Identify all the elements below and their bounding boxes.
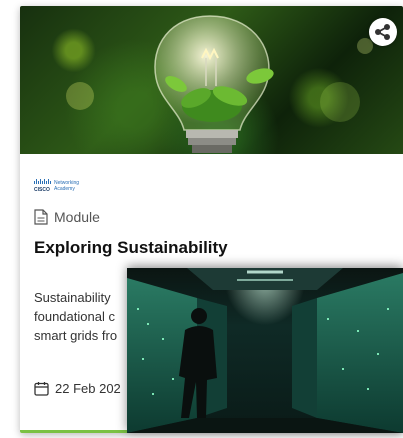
share-button[interactable] [369,18,397,46]
date-label: 22 Feb 202 [55,381,121,396]
data-center-illustration [127,268,403,433]
share-icon [375,24,390,40]
content-type: Module [34,208,100,226]
content-type-label: Module [54,209,100,225]
calendar-icon [34,382,49,396]
lightbulb-hero-image [20,6,403,154]
document-icon [34,209,48,225]
cisco-networking-academy-logo: CISCO Networking Academy [34,178,94,193]
course-date: 22 Feb 202 [34,381,121,396]
svg-text:CISCO: CISCO [34,187,50,192]
lightbulb-illustration [66,15,373,153]
course-title[interactable]: Exploring Sustainability [34,238,228,258]
svg-text:Academy: Academy [54,186,75,192]
data-center-image-overlay [127,268,403,433]
